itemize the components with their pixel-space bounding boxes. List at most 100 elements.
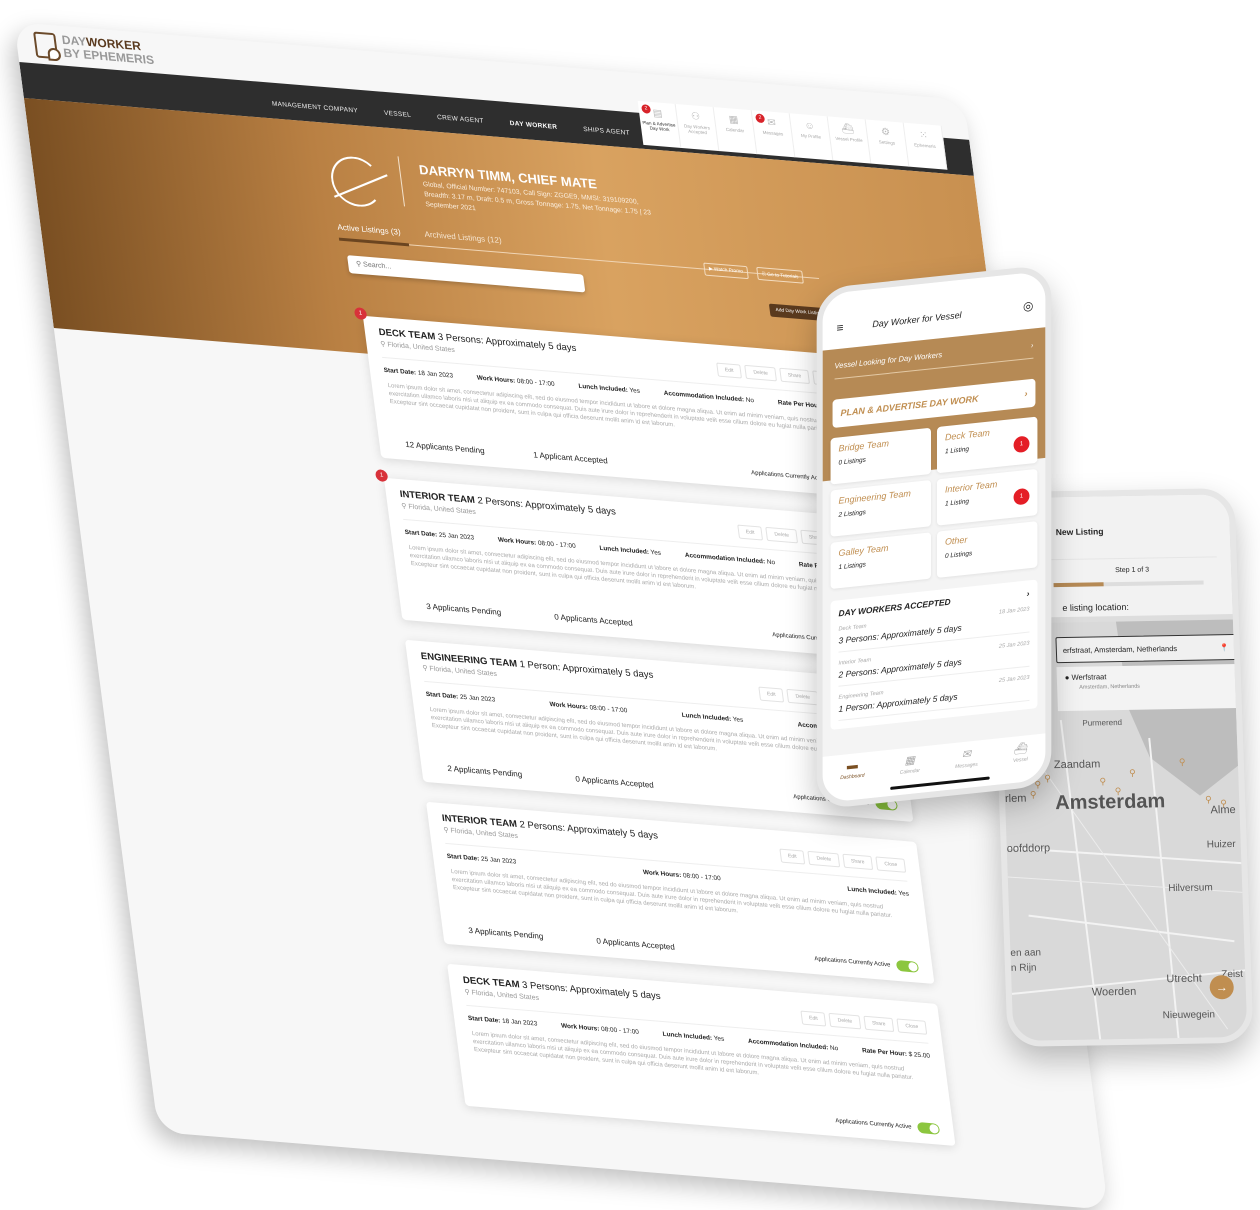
close-button[interactable]: Close (875, 856, 907, 873)
icon-tab-settings[interactable]: ⚙ Settings (865, 119, 910, 167)
edit-button[interactable]: Edit (800, 1010, 827, 1027)
map-pin-icon[interactable]: ⚲ (1099, 776, 1106, 787)
profile-icon: ☺ (803, 120, 816, 133)
icon-tab-vessel-profile[interactable]: ⛴ Vessel Profile (827, 116, 872, 164)
team-card-interior-team[interactable]: Interior Team 1 Listing 1 (936, 468, 1038, 526)
applicants-pending: 3 Applicants Pending (467, 925, 544, 942)
meta-value: Yes (732, 716, 744, 724)
icon-tab-messages[interactable]: ✉ Messages 2 (751, 110, 796, 158)
vessel-looking-link[interactable]: Vessel Looking for Day Workers › (834, 340, 1034, 380)
icon-tab-plan-advertise-day-work[interactable]: ▤ Plan & Advertise Day Work 2 (637, 100, 682, 148)
gear-icon: ⚙ (880, 126, 891, 139)
delete-button[interactable]: Delete (786, 688, 819, 706)
delete-button[interactable]: Delete (807, 850, 841, 868)
map-label: oofddorp (1006, 842, 1051, 855)
share-button[interactable]: Share (779, 367, 811, 385)
plan-label: PLAN & ADVERTISE DAY WORK (840, 393, 979, 419)
applications-toggle[interactable] (916, 1121, 941, 1135)
meta-value: 08:00 - 17:00 (516, 377, 556, 388)
delete-button[interactable]: Delete (828, 1012, 862, 1030)
share-button[interactable]: Share (842, 853, 874, 871)
calendar-icon: ▦ (904, 754, 915, 768)
meta-label: Start Date: (383, 366, 417, 377)
icon-tab-label: Settings (878, 139, 896, 146)
map-label: rlem (1004, 792, 1027, 806)
team-name: Engineering Team (838, 488, 911, 506)
chevron-right-icon[interactable]: › (1027, 588, 1030, 598)
team-card-bridge-team[interactable]: Bridge Team 0 Listings (830, 427, 932, 485)
meta-accom: Accommodation Included: No (684, 552, 775, 566)
meta-value: No (745, 396, 755, 405)
edit-button[interactable]: Edit (737, 524, 764, 541)
messages-icon: ✉ (961, 748, 972, 762)
meta-label: Work Hours: (560, 1022, 600, 1033)
palette-icon[interactable]: ◎ (1023, 298, 1033, 313)
listing-footer: 3 Applicants Pending 0 Applicants Accepte… (426, 601, 878, 649)
map-label: Nieuwegein (1162, 1009, 1216, 1022)
suggestion-title: Werfstraat (1071, 672, 1107, 682)
vessel-icon: ⛴ (1013, 742, 1028, 756)
vessel-icon: ⛴ (840, 123, 855, 136)
meta-label: Lunch Included: (681, 711, 732, 723)
icon-tab-label: Day Workers Accepted (683, 123, 711, 136)
meta-lunch: Lunch Included: Yes (599, 545, 661, 557)
app-title: Day Worker for Vessel (872, 309, 962, 330)
listing-card: DECK TEAM 3 Persons: Approximately 5 day… (447, 963, 956, 1146)
meta-value: 25 Jan 2023 (459, 693, 496, 704)
map-pin-icon[interactable]: ⚲ (1115, 786, 1122, 797)
team-card-deck-team[interactable]: Deck Team 1 Listing 1 (936, 416, 1038, 474)
dayworker-logo-icon (33, 31, 59, 60)
edit-button[interactable]: Edit (779, 848, 806, 865)
tab-label: Dashboard (840, 772, 865, 782)
meta-hours: Work Hours: 08:00 - 17:00 (561, 1023, 640, 1036)
tab-dashboard[interactable]: ▬ Dashboard (840, 758, 864, 801)
meta-label: Rate Per Hour: (861, 1047, 908, 1058)
team-card-engineering-team[interactable]: Engineering Team 2 Listings (830, 479, 932, 537)
chevron-right-icon: › (1030, 340, 1034, 350)
map-label: Zaandam (1053, 758, 1101, 772)
delete-button[interactable]: Delete (765, 526, 798, 544)
map-pin-icon[interactable]: ⚲ (1220, 798, 1227, 809)
team-card-galley-team[interactable]: Galley Team 1 Listings (830, 532, 932, 590)
tab-vessel[interactable]: ⛴ Vessel (1013, 741, 1028, 783)
address-suggestion[interactable]: ● Werfstraat Amsterdam, Netherlands (1056, 663, 1238, 712)
icon-tab-day-workers-accepted[interactable]: ⚇ Day Workers Accepted (675, 103, 720, 152)
step-progress-fill (1053, 582, 1104, 588)
applications-toggle[interactable] (895, 959, 920, 973)
tutorials-label: Go to Tutorials (767, 272, 799, 281)
icon-tab-ephemeris[interactable]: ⁙ Ephemeris (903, 122, 948, 170)
map-pin-icon[interactable]: ⚲ (1129, 768, 1136, 779)
meta-hours: Work Hours: 08:00 - 17:00 (498, 537, 577, 550)
listing-badge: 1 (374, 469, 389, 483)
applications-active-label: Applications Currently Active (835, 1117, 912, 1130)
delete-button[interactable]: Delete (744, 364, 777, 382)
brown-header: Vessel Looking for Day Workers › PLAN & A… (822, 327, 1046, 590)
meta-lunch: Lunch Included: Yes (681, 712, 743, 724)
tab-label: Messages (955, 761, 978, 771)
map-pin-icon[interactable]: ⚲ (1179, 757, 1186, 768)
edit-button[interactable]: Edit (715, 362, 743, 379)
address-input[interactable]: erfstraat, Amsterdam, Netherlands 📍 (1055, 634, 1237, 664)
hamburger-menu-icon[interactable]: ≡ (837, 320, 844, 335)
map-label: Huizer (1206, 839, 1236, 851)
team-badge: 1 (1013, 435, 1030, 454)
team-card-other[interactable]: Other 0 Listings (936, 521, 1038, 578)
edit-button[interactable]: Edit (758, 686, 785, 703)
meta-label: Accommodation Included: (747, 1037, 829, 1052)
map-pin-icon[interactable]: ⚲ (1030, 789, 1037, 800)
meta-label: Work Hours: (549, 701, 589, 712)
meta-value: 18 Jan 2023 (417, 369, 454, 380)
applicants-accepted: 1 Applicant Accepted (532, 450, 609, 466)
icon-tab-calendar[interactable]: ▦ Calendar (713, 107, 758, 155)
tab-label: Calendar (899, 767, 920, 776)
map-pin-icon[interactable]: ⚲ (1205, 794, 1212, 805)
dashboard-icon: ▬ (846, 759, 858, 773)
icon-tab-my-profile[interactable]: ☺ My Profile (789, 113, 834, 161)
close-button[interactable]: Close (896, 1018, 928, 1035)
share-button[interactable]: Share (863, 1015, 895, 1033)
logo[interactable]: DAYWORKER BY EPHEMERIS (33, 31, 155, 67)
meta-value: Yes (898, 889, 910, 898)
map-label: en aan (1010, 947, 1042, 959)
applicants-accepted: 0 Applicants Accepted (595, 936, 676, 952)
meta-value: 08:00 - 17:00 (537, 539, 577, 550)
